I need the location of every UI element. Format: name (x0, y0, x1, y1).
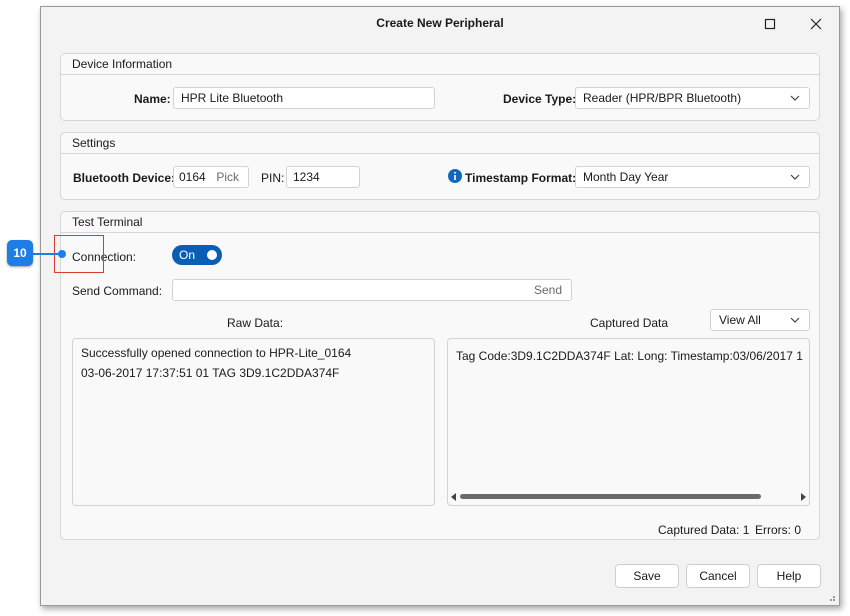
group-header: Settings (61, 133, 819, 154)
scroll-left-icon[interactable] (450, 493, 458, 501)
maximize-icon (764, 18, 776, 30)
title-bar: Create New Peripheral (41, 7, 839, 39)
captured-data-area[interactable]: Tag Code:3D9.1C2DDA374F Lat: Long: Times… (447, 338, 810, 506)
scrollbar-thumb[interactable] (460, 494, 761, 499)
bluetooth-device-label: Bluetooth Device: (73, 171, 176, 185)
dialog-title: Create New Peripheral (376, 16, 504, 30)
connection-toggle[interactable]: On (172, 245, 222, 265)
callout-dot (58, 250, 66, 258)
captured-data-row: Tag Code:3D9.1C2DDA374F Lat: Long: Times… (456, 349, 803, 363)
callout-badge: 10 (7, 240, 33, 266)
test-terminal-group: Test Terminal Connection: On Send Comman… (60, 211, 820, 540)
maximize-button[interactable] (755, 13, 785, 35)
raw-data-label: Raw Data: (227, 316, 284, 330)
chevron-down-icon (790, 174, 800, 180)
device-type-select[interactable]: Reader (HPR/BPR Bluetooth) (575, 87, 810, 109)
bluetooth-device-input[interactable]: 0164 Pick (173, 166, 249, 188)
horizontal-scrollbar[interactable] (448, 492, 809, 502)
callout-connector (33, 253, 61, 255)
send-button[interactable]: Send (534, 280, 562, 300)
name-label: Name: (134, 92, 171, 106)
name-input[interactable]: HPR Lite Bluetooth (173, 87, 435, 109)
group-header: Device Information (61, 54, 819, 75)
bluetooth-device-value: 0164 (179, 170, 206, 184)
resize-grip-icon[interactable] (826, 592, 836, 602)
raw-data-area[interactable]: Successfully opened connection to HPR-Li… (72, 338, 435, 506)
captured-count: Captured Data: 1 (658, 523, 750, 537)
raw-data-line: Successfully opened connection to HPR-Li… (81, 346, 352, 360)
chevron-down-icon (790, 95, 800, 101)
device-information-group: Device Information Name: HPR Lite Blueto… (60, 53, 820, 121)
view-filter-value: View All (719, 313, 761, 327)
info-icon[interactable] (448, 169, 462, 183)
chevron-down-icon (790, 317, 800, 323)
group-header: Test Terminal (61, 212, 819, 233)
timestamp-format-value: Month Day Year (583, 170, 669, 184)
pin-label: PIN: (261, 171, 285, 185)
settings-group: Settings Bluetooth Device: 0164 Pick PIN… (60, 132, 820, 200)
close-button[interactable] (801, 13, 831, 35)
connection-state: On (179, 248, 196, 262)
close-icon (810, 18, 822, 30)
pick-button[interactable]: Pick (216, 167, 239, 187)
help-button[interactable]: Help (757, 564, 821, 588)
cancel-button[interactable]: Cancel (686, 564, 750, 588)
device-type-value: Reader (HPR/BPR Bluetooth) (583, 91, 742, 105)
timestamp-format-label: Timestamp Format: (465, 171, 577, 185)
toggle-knob (207, 250, 217, 260)
send-command-label: Send Command: (72, 284, 163, 298)
save-button[interactable]: Save (615, 564, 679, 588)
device-type-label: Device Type: (503, 92, 577, 106)
error-count: Errors: 0 (755, 523, 802, 537)
timestamp-format-select[interactable]: Month Day Year (575, 166, 810, 188)
view-filter-select[interactable]: View All (710, 309, 810, 331)
pin-input[interactable]: 1234 (286, 166, 360, 188)
raw-data-line: 03-06-2017 17:37:51 01 TAG 3D9.1C2DDA374… (81, 366, 340, 380)
send-command-input[interactable]: Send (172, 279, 572, 301)
create-peripheral-dialog: Create New Peripheral Device Information… (40, 6, 840, 606)
scroll-right-icon[interactable] (799, 493, 807, 501)
captured-data-label: Captured Data (590, 316, 669, 330)
